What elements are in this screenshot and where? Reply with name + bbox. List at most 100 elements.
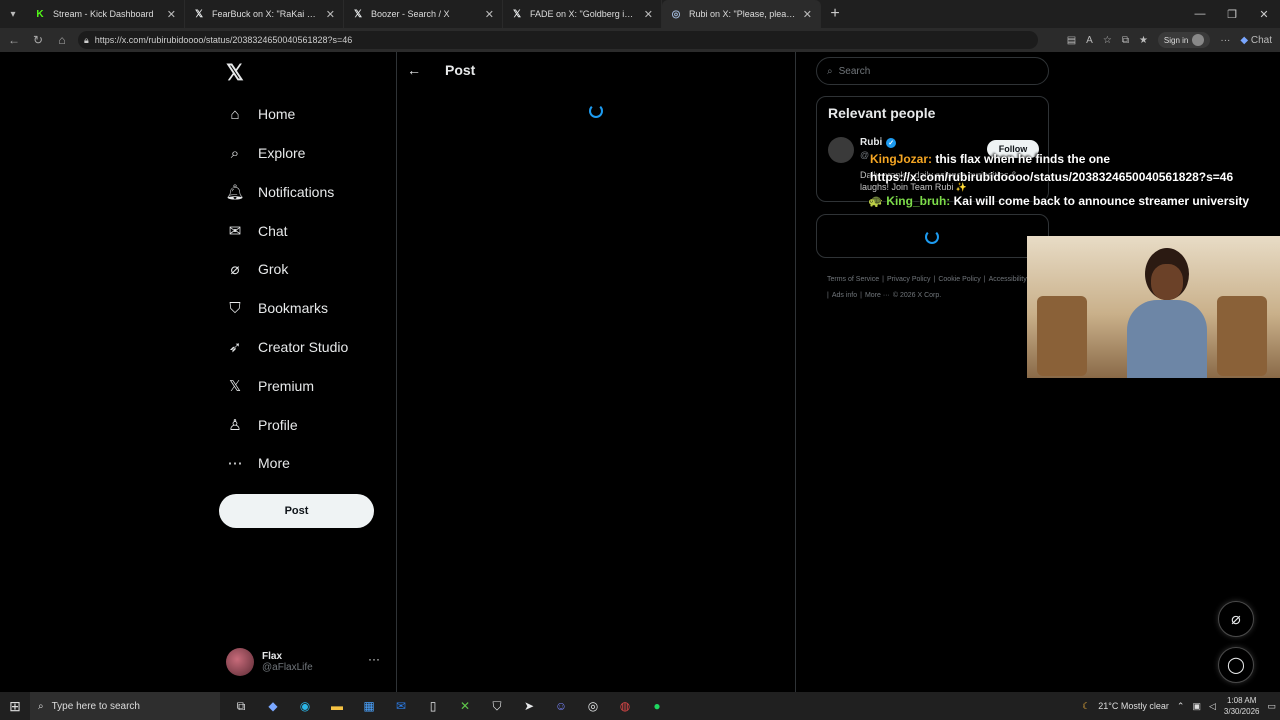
browser-tab[interactable]: 𝕏 FADE on X: "Goldberg is still pisse ✕	[503, 0, 662, 28]
signin-button[interactable]: Sign in	[1157, 32, 1211, 48]
obs-icon[interactable]: ◎	[584, 697, 602, 715]
taskbar-search-placeholder: Type here to search	[51, 700, 140, 712]
clock-time: 1:08 AM	[1227, 696, 1257, 705]
tab-close-icon[interactable]: ✕	[803, 8, 812, 21]
nav-item-chat[interactable]: ✉ Chat	[226, 219, 288, 243]
chat-fab-icon[interactable]: ◯	[1218, 647, 1254, 683]
tab-close-icon[interactable]: ✕	[167, 8, 176, 21]
browser-menu-icon[interactable]: ···	[1220, 35, 1230, 46]
url-field[interactable]: 🔒︎ https://x.com/rubirubidoooo/status/20…	[78, 31, 1038, 49]
search-placeholder: Search	[838, 65, 871, 77]
loading-spinner	[589, 104, 603, 118]
chair-shape	[1037, 296, 1087, 376]
browser-tab[interactable]: 𝕏 FearBuck on X: "RaKai held a cour ✕	[185, 0, 344, 28]
webcam-overlay	[1027, 236, 1280, 378]
search-input[interactable]: ⌕ Search	[816, 57, 1049, 85]
tab-title: FADE on X: "Goldberg is still pisse	[530, 9, 637, 19]
chevron-up-icon[interactable]: ⌃	[1177, 701, 1185, 712]
favorites-icon[interactable]: ★	[1139, 35, 1148, 46]
post-button[interactable]: Post	[219, 494, 374, 528]
clock[interactable]: 1:08 AM 3/30/2026	[1224, 695, 1260, 717]
network-icon[interactable]: ▣	[1192, 701, 1201, 712]
app-icon[interactable]: ➤	[520, 697, 538, 715]
outlook-icon[interactable]: ✉	[392, 697, 410, 715]
nav-item-label: Grok	[258, 261, 289, 277]
grok-fab-icon[interactable]: ⌀	[1218, 601, 1254, 637]
maximize-icon[interactable]: ❐	[1216, 0, 1248, 28]
footer-links: Terms of Service | Privacy Policy | Cookie P…	[827, 272, 1047, 304]
account-more-icon[interactable]: ···	[368, 652, 380, 666]
trending-card	[816, 214, 1049, 258]
browser-tab[interactable]: 𝕏 Boozer - Search / X ✕	[344, 0, 503, 28]
browser-tab[interactable]: ◎ Rubi on X: "Please, please please ✕	[662, 0, 821, 28]
reader-icon[interactable]: ▤	[1067, 35, 1076, 46]
spotify-icon[interactable]: ●	[648, 697, 666, 715]
footer-link[interactable]: Accessibility	[989, 276, 1027, 283]
file-explorer-icon[interactable]: ▬	[328, 697, 346, 715]
read-aloud-icon[interactable]: A	[1086, 35, 1093, 46]
notepad-icon[interactable]: ▯	[424, 697, 442, 715]
x-logo-icon[interactable]: 𝕏	[226, 60, 244, 86]
refresh-icon[interactable]: ↻	[26, 33, 50, 47]
streamer-body	[1127, 300, 1207, 378]
nav-item-creator-studio[interactable]: ➶ Creator Studio	[226, 335, 349, 359]
tab-close-icon[interactable]: ✕	[326, 8, 335, 21]
volume-icon[interactable]: ◁	[1209, 701, 1216, 712]
nav-item-grok[interactable]: ⌀ Grok	[226, 257, 288, 281]
discord-icon[interactable]: ☺	[552, 697, 570, 715]
extensions-icon[interactable]: ⧉	[1122, 35, 1129, 46]
weather-text[interactable]: 21°C Mostly clear	[1098, 701, 1169, 711]
store-icon[interactable]: ▦	[360, 697, 378, 715]
taskbar-search-input[interactable]: ⌕ Type here to search	[30, 692, 220, 720]
footer-link[interactable]: © 2026 X Corp.	[893, 292, 941, 299]
footer-divider: |	[983, 276, 986, 283]
nav-item-notifications[interactable]: 🔔︎ Notifications	[225, 180, 334, 204]
nav-item-label: Premium	[258, 378, 315, 394]
rocket-icon: ➶	[228, 339, 242, 356]
account-switcher[interactable]: Flax @aFlaxLife ···	[226, 646, 386, 678]
shield-icon[interactable]: ⛉	[488, 697, 506, 715]
person-avatar[interactable]	[828, 137, 854, 163]
footer-link[interactable]: Privacy Policy	[887, 276, 931, 283]
nav-item-explore[interactable]: ⌕ Explore	[226, 141, 306, 165]
task-view-icon[interactable]: ⧉	[232, 697, 250, 715]
favorite-icon[interactable]: ☆	[1103, 35, 1112, 46]
xbox-icon[interactable]: ✕	[456, 697, 474, 715]
nav-item-profile[interactable]: ♙ Profile	[226, 413, 297, 437]
back-arrow-icon[interactable]: ←	[407, 62, 421, 78]
copilot-icon: ◆	[1240, 34, 1249, 46]
footer-link[interactable]: More ···	[865, 292, 890, 299]
tab-close-icon[interactable]: ✕	[485, 8, 494, 21]
app-icon[interactable]: ◍	[616, 697, 634, 715]
search-icon: ⌕	[230, 144, 240, 162]
footer-link[interactable]: Cookie Policy	[938, 276, 980, 283]
close-window-icon[interactable]: ✕	[1248, 0, 1280, 28]
chat-separator: :	[928, 152, 933, 166]
browser-tab[interactable]: K Stream - Kick Dashboard ✕	[26, 0, 185, 28]
minimize-icon[interactable]: —	[1184, 0, 1216, 28]
search-icon: ⌕	[827, 65, 833, 77]
home-browser-icon[interactable]: ⌂	[50, 33, 74, 47]
back-icon[interactable]: ←	[2, 33, 26, 47]
tab-close-icon[interactable]: ✕	[644, 8, 653, 21]
new-tab-button[interactable]: +	[821, 5, 849, 23]
nav-item-more[interactable]: ⋯ More	[226, 451, 290, 475]
nav-item-premium[interactable]: 𝕏 Premium	[226, 374, 314, 398]
nav-item-home[interactable]: ⌂ Home	[226, 102, 295, 126]
footer-link[interactable]: Terms of Service	[827, 276, 879, 283]
edge-icon[interactable]: ◉	[296, 697, 314, 715]
start-icon[interactable]: ⊞	[0, 698, 30, 715]
nav-item-label: Bookmarks	[258, 300, 329, 316]
copilot-chat-button[interactable]: ◆ Chat	[1240, 35, 1272, 46]
chat-message: 🐢 King_bruh: Kai will come back to annou…	[868, 194, 1249, 208]
footer-link[interactable]: Ads info	[832, 292, 857, 299]
nav-item-bookmarks[interactable]: ⛉ Bookmarks	[226, 296, 328, 320]
notifications-icon[interactable]: ▭	[1267, 701, 1276, 712]
nav-item-label: Explore	[258, 145, 306, 161]
tab-actions-icon[interactable]: ▾	[0, 0, 26, 28]
profile-avatar	[1192, 34, 1205, 46]
copilot-app-icon[interactable]: ◆	[264, 697, 282, 715]
verified-badge-icon: ✓	[886, 137, 897, 148]
clock-date: 3/30/2026	[1223, 707, 1260, 716]
person-name[interactable]: Rubi ✓	[860, 137, 897, 148]
